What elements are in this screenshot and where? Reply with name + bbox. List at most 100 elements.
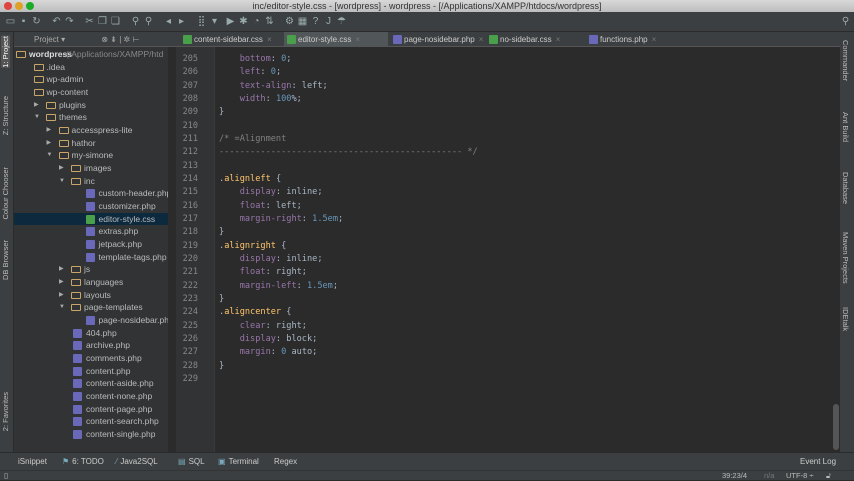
tool-window-colour-chooser[interactable]: Colour Chooser (1, 167, 10, 220)
event-log-button[interactable]: Event Log (800, 457, 836, 466)
tool-window-commander[interactable]: Commander (841, 40, 850, 81)
tool-window-maven-projects[interactable]: Maven Projects (841, 232, 850, 284)
code-line[interactable]: .aligncenter { (219, 306, 291, 319)
tool-sql[interactable]: ▤ SQL (178, 457, 205, 466)
code-line[interactable]: clear: right; (219, 320, 307, 333)
code-line[interactable]: display: inline; (219, 253, 323, 266)
open-icon[interactable]: ▭ (5, 16, 16, 27)
jdi-icon[interactable]: J (323, 16, 334, 27)
tree-item[interactable]: 404.php (14, 327, 168, 340)
code-line[interactable]: } (219, 226, 224, 239)
tree-item[interactable]: .idea (14, 61, 168, 74)
panel-settings-icons[interactable]: ⊗ ⇟ | ✲ ⊢ (101, 35, 139, 44)
code-line[interactable]: bottom: 0; (219, 53, 292, 66)
tab-page-nosidebar-php[interactable]: page-nosidebar.php × (390, 32, 484, 47)
code-line[interactable]: display: block; (219, 333, 318, 346)
tool-window-idetalk[interactable]: IDEtalk (841, 307, 850, 331)
tool-window-2-favorites[interactable]: 2: Favorites (1, 392, 10, 431)
vcs-icon[interactable]: ⇅ (264, 16, 275, 27)
collapsed-arrow-icon[interactable]: ▶ (59, 162, 64, 175)
collapsed-arrow-icon[interactable]: ▶ (59, 263, 64, 276)
tree-item[interactable]: content-none.php (14, 390, 168, 403)
splitter[interactable] (169, 47, 176, 452)
debug-icon[interactable]: ✱ (238, 16, 249, 27)
code-line[interactable]: text-align: left; (219, 80, 328, 93)
tab-no-sidebar-css[interactable]: no-sidebar.css × (486, 32, 584, 47)
find-icon[interactable]: ⚲ (130, 16, 141, 27)
code-line[interactable]: margin-right: 1.5em; (219, 213, 344, 226)
expanded-arrow-icon[interactable]: ▼ (47, 149, 53, 162)
tree-item[interactable]: ▼ my-simone (14, 149, 168, 162)
scrollbar-thumb[interactable] (833, 404, 839, 450)
cut-icon[interactable]: ✂ (84, 16, 95, 27)
code-line[interactable]: /* =Alignment (219, 133, 286, 146)
tree-item[interactable]: extras.php (14, 225, 168, 238)
collapsed-arrow-icon[interactable]: ▶ (59, 276, 64, 289)
save-icon[interactable]: ▪ (18, 16, 29, 27)
code-line[interactable]: display: inline; (219, 186, 323, 199)
code-line[interactable]: float: left; (219, 200, 302, 213)
copy-icon[interactable]: ❐ (97, 16, 108, 27)
tool-window-1-project[interactable]: 1: Project (1, 36, 10, 68)
project-view-selector[interactable]: Project ▾ ⊗ ⇟ | ✲ ⊢ (14, 32, 169, 47)
collapsed-arrow-icon[interactable]: ▶ (47, 124, 52, 137)
tree-item[interactable]: comments.php (14, 352, 168, 365)
tree-item[interactable]: ▶ plugins (14, 99, 168, 112)
code-editor[interactable]: bottom: 0; left: 0; text-align: left; wi… (215, 47, 832, 452)
close-tab-icon[interactable]: × (652, 35, 657, 44)
tree-item[interactable]: content-search.php (14, 415, 168, 428)
tab-functions-php[interactable]: functions.php × (586, 32, 676, 47)
run-icon[interactable]: ▶ (225, 16, 236, 27)
tool-6-todo[interactable]: ⚑ 6: TODO (62, 457, 104, 466)
replace-icon[interactable]: ⚲ (143, 16, 154, 27)
redo-icon[interactable]: ↷ (64, 16, 75, 27)
profile-icon[interactable]: ◔ (251, 16, 262, 27)
undo-icon[interactable]: ↶ (51, 16, 62, 27)
tool-isnippet[interactable]: iSnippet (18, 457, 47, 466)
code-line[interactable]: .alignleft { (219, 173, 281, 186)
tree-item[interactable]: editor-style.css (14, 212, 168, 226)
tab-editor-style-css[interactable]: editor-style.css × (284, 32, 388, 47)
collapsed-arrow-icon[interactable]: ▶ (34, 99, 39, 112)
tab-content-sidebar-css[interactable]: content-sidebar.css × (180, 32, 282, 47)
zoom-window-button[interactable] (26, 2, 34, 10)
tree-item[interactable]: content-page.php (14, 403, 168, 416)
run-config-dropdown[interactable]: ▾ (209, 16, 220, 27)
code-line[interactable]: margin-left: 1.5em; (219, 280, 338, 293)
tree-item[interactable]: content.php (14, 365, 168, 378)
code-line[interactable]: } (219, 106, 224, 119)
tree-item[interactable]: template-tags.php (14, 251, 168, 264)
close-tab-icon[interactable]: × (267, 35, 272, 44)
close-tab-icon[interactable]: × (479, 35, 484, 44)
code-line[interactable]: ----------------------------------------… (219, 146, 478, 159)
expanded-arrow-icon[interactable]: ▼ (59, 301, 65, 314)
tree-item[interactable]: ▼ page-templates (14, 301, 168, 314)
tree-item[interactable]: ▶ languages (14, 276, 168, 289)
tree-item[interactable]: customizer.php (14, 200, 168, 213)
collapsed-arrow-icon[interactable]: ▶ (59, 289, 64, 302)
code-line[interactable]: width: 100%; (219, 93, 302, 106)
search-icon[interactable]: ⚲ (840, 16, 851, 27)
tree-item[interactable]: wp-content (14, 86, 168, 99)
tree-item[interactable]: jetpack.php (14, 238, 168, 251)
sync-icon[interactable]: ↻ (31, 16, 42, 27)
tree-item[interactable]: wordpress (/Applications/XAMPP/htd (14, 48, 168, 61)
tree-item[interactable]: ▶ layouts (14, 289, 168, 302)
tool-window-db-browser[interactable]: DB Browser (1, 240, 10, 280)
tree-item[interactable]: wp-admin (14, 73, 168, 86)
plugin-icon[interactable]: ☂ (336, 16, 347, 27)
tool-terminal[interactable]: ▣ Terminal (218, 457, 259, 466)
tool-window-ant-build[interactable]: Ant Build (841, 112, 850, 142)
tool-regex[interactable]: Regex (274, 457, 297, 466)
structure-icon[interactable]: ▦ (297, 16, 308, 27)
close-tab-icon[interactable]: × (355, 35, 360, 44)
editor-scrollbar[interactable] (832, 47, 840, 452)
tool-window-database[interactable]: Database (841, 172, 850, 204)
code-line[interactable]: left: 0; (219, 66, 281, 79)
tool-window-z-structure[interactable]: Z: Structure (1, 96, 10, 135)
close-tab-icon[interactable]: × (556, 35, 561, 44)
tree-item[interactable]: page-nosidebar.php (14, 314, 168, 327)
tree-item[interactable]: ▶ images (14, 162, 168, 175)
collapsed-arrow-icon[interactable]: ▶ (47, 137, 52, 150)
tool-java2sql[interactable]: ⁄ Java2SQL (116, 457, 158, 466)
